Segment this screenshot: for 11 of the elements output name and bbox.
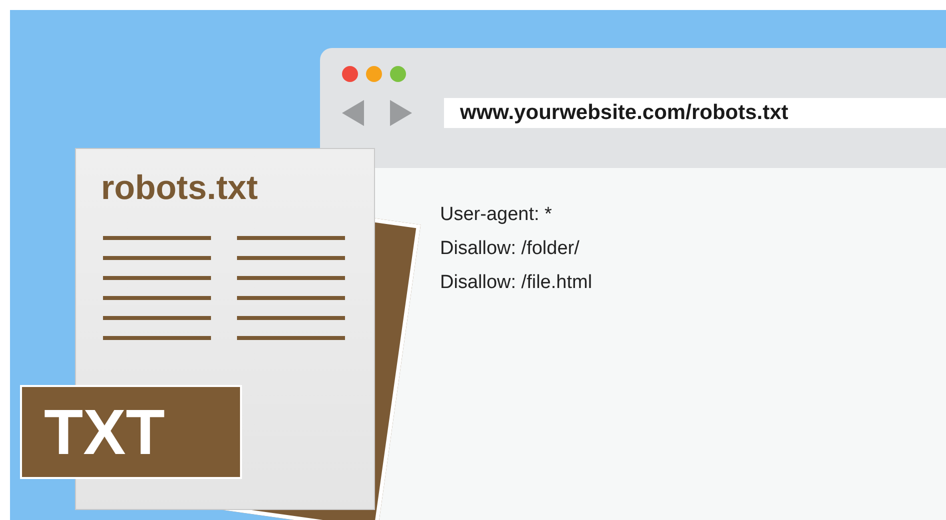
- close-icon[interactable]: [342, 66, 358, 82]
- content-line: Disallow: /file.html: [440, 271, 592, 295]
- minimize-icon[interactable]: [366, 66, 382, 82]
- forward-arrow-icon[interactable]: [390, 100, 412, 126]
- content-line: Disallow: /folder/: [440, 237, 580, 261]
- back-arrow-icon[interactable]: [342, 100, 364, 126]
- file-title: robots.txt: [101, 168, 258, 209]
- maximize-icon[interactable]: [390, 66, 406, 82]
- file-type-label: TXT: [20, 385, 242, 479]
- content-line: User-agent: *: [440, 203, 552, 227]
- address-bar[interactable]: www.yourwebsite.com/robots.txt: [444, 98, 946, 128]
